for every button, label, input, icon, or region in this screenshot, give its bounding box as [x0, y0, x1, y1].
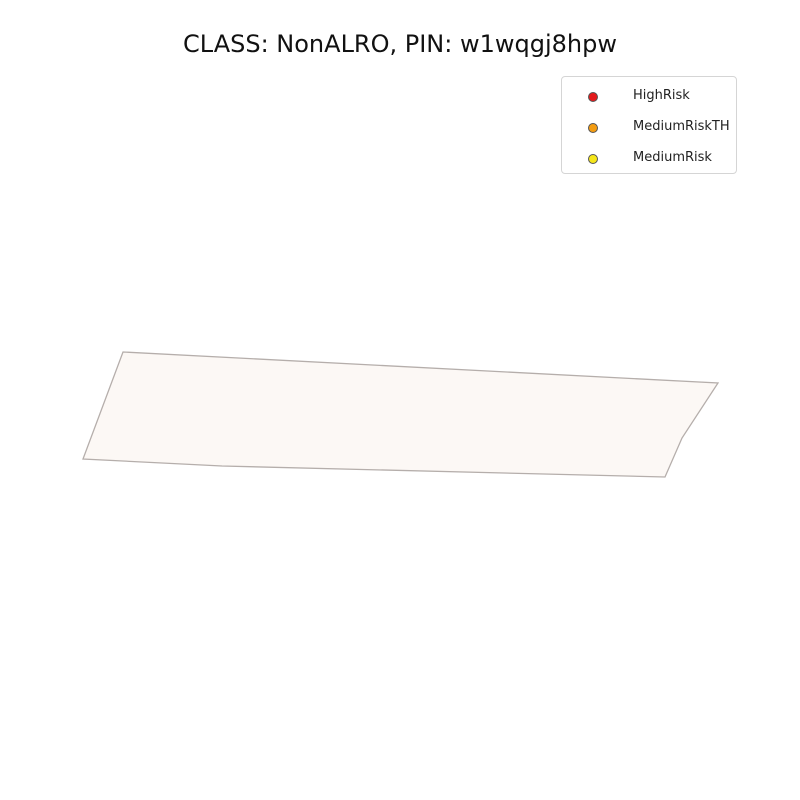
legend-item-mediumriskth: MediumRiskTH — [562, 118, 738, 138]
parcel-polygon[interactable] — [82, 351, 720, 478]
legend-item-highrisk: HighRisk — [562, 87, 738, 107]
legend-label-mediumriskth: MediumRiskTH — [633, 119, 730, 134]
legend-label-mediumrisk: MediumRisk — [633, 150, 712, 165]
highrisk-marker-icon — [588, 92, 598, 102]
legend-item-mediumrisk: MediumRisk — [562, 149, 738, 169]
legend: HighRisk MediumRiskTH MediumRisk — [561, 76, 737, 174]
legend-label-highrisk: HighRisk — [633, 88, 690, 103]
map-figure: CLASS: NonALRO, PIN: w1wqgj8hpw HighRisk… — [0, 0, 800, 800]
mediumriskth-marker-icon — [588, 123, 598, 133]
mediumrisk-marker-icon — [588, 154, 598, 164]
